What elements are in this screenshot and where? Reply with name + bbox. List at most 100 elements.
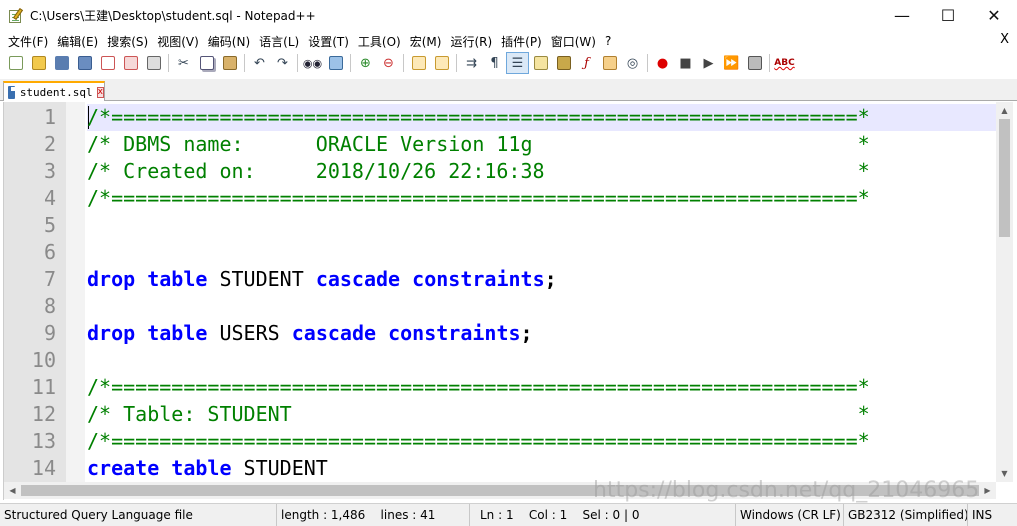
scroll-down-icon[interactable]: ▼: [996, 465, 1013, 482]
maximize-button[interactable]: ☐: [925, 0, 971, 31]
show-all-chars-button[interactable]: ¶: [483, 52, 506, 74]
code-line[interactable]: create table STUDENT: [87, 455, 328, 482]
status-mode: INS: [972, 508, 993, 522]
scroll-up-icon[interactable]: ▲: [996, 102, 1013, 119]
close-all-button[interactable]: [119, 52, 142, 74]
code-token: ;: [520, 321, 533, 345]
play-macro-button[interactable]: ▶: [697, 52, 720, 74]
status-length-lines: length : 1,486 lines : 41: [277, 504, 470, 526]
menu-file[interactable]: 文件(F): [4, 33, 52, 50]
code-line[interactable]: /* Table: STUDENT *: [87, 401, 870, 428]
stop-record-button[interactable]: ■: [674, 52, 697, 74]
zoom-out-button[interactable]: ⊖: [377, 52, 400, 74]
cut-button[interactable]: ✂: [172, 52, 195, 74]
code-line[interactable]: drop table STUDENT cascade constraints;: [87, 266, 557, 293]
line-number: 10: [31, 348, 56, 372]
open-file-button[interactable]: [27, 52, 50, 74]
toolbar-separator: [647, 54, 648, 72]
sql-keyword: drop: [87, 267, 136, 291]
fold-margin[interactable]: [66, 102, 85, 482]
sync-vertical-button[interactable]: [407, 52, 430, 74]
replace-button[interactable]: [324, 52, 347, 74]
undo-icon: ↶: [254, 55, 265, 71]
editor[interactable]: 1 2 3 4 5 6 7 8 9 10 11 12 13 14 /*==================…: [3, 102, 1015, 500]
close-document-button[interactable]: X: [1000, 32, 1009, 47]
save-all-button[interactable]: [73, 52, 96, 74]
find-button[interactable]: ◉◉: [301, 52, 324, 74]
close-all-icon: [123, 56, 138, 70]
menu-view[interactable]: 视图(V): [153, 33, 203, 50]
code-line[interactable]: /*======================================…: [87, 374, 870, 401]
print-button[interactable]: [142, 52, 165, 74]
zoom-in-button[interactable]: ⊕: [354, 52, 377, 74]
menu-window[interactable]: 窗口(W): [547, 33, 600, 50]
menu-tools[interactable]: 工具(O): [354, 33, 405, 50]
folder-as-workspace-button[interactable]: [598, 52, 621, 74]
new-file-button[interactable]: [4, 52, 27, 74]
save-all-icon: [77, 56, 92, 70]
toolbar-separator: [297, 54, 298, 72]
scroll-left-icon[interactable]: ◀: [4, 482, 21, 499]
scissors-icon: ✂: [178, 55, 189, 71]
sql-keyword: drop: [87, 321, 136, 345]
word-wrap-button[interactable]: ⇉: [460, 52, 483, 74]
code-line[interactable]: /*======================================…: [87, 104, 870, 131]
status-sel: Sel : 0 | 0: [582, 508, 640, 522]
code-token: STUDENT: [231, 456, 328, 480]
replace-icon: [328, 56, 343, 70]
copy-button[interactable]: [195, 52, 218, 74]
document-map-icon: [556, 56, 571, 70]
sql-keyword: constraints: [412, 267, 545, 291]
sql-keyword: table: [147, 267, 208, 291]
close-file-button[interactable]: [96, 52, 119, 74]
menu-plugins[interactable]: 插件(P): [497, 33, 546, 50]
undo-button[interactable]: ↶: [248, 52, 271, 74]
code-line[interactable]: /* Created on: 2018/10/26 22:16:38 *: [87, 158, 870, 185]
vertical-scrollbar[interactable]: ▲ ▼: [996, 102, 1013, 482]
status-eol[interactable]: Windows (CR LF): [736, 504, 844, 526]
printer-icon: [146, 56, 161, 70]
close-window-button[interactable]: ✕: [971, 0, 1017, 31]
menu-run[interactable]: 运行(R): [446, 33, 496, 50]
tab-student-sql[interactable]: student.sql x: [3, 81, 105, 101]
menu-language[interactable]: 语言(L): [255, 33, 303, 50]
scroll-right-icon[interactable]: ▶: [979, 482, 996, 499]
code-line[interactable]: /* DBMS name: ORACLE Version 11g *: [87, 131, 870, 158]
vertical-scroll-thumb[interactable]: [999, 119, 1010, 237]
run-macro-multiple-button[interactable]: ⏩: [720, 52, 743, 74]
menu-macro[interactable]: 宏(M): [406, 33, 446, 50]
record-macro-button[interactable]: ●: [651, 52, 674, 74]
status-col: Col : 1: [528, 508, 568, 522]
sql-keyword: table: [171, 456, 232, 480]
code-line[interactable]: /*======================================…: [87, 185, 870, 212]
monitoring-button[interactable]: ◎: [621, 52, 644, 74]
line-number: 4: [43, 186, 56, 210]
tab-close-button[interactable]: x: [96, 86, 104, 98]
menu-encoding[interactable]: 编码(N): [204, 33, 254, 50]
status-ln: Ln : 1: [480, 508, 514, 522]
code-line[interactable]: /*======================================…: [87, 428, 870, 455]
sync-horizontal-button[interactable]: [430, 52, 453, 74]
menu-edit[interactable]: 编辑(E): [53, 33, 102, 50]
user-defined-language-button[interactable]: [529, 52, 552, 74]
menu-settings[interactable]: 设置(T): [304, 33, 353, 50]
code-line[interactable]: drop table USERS cascade constraints;: [87, 320, 533, 347]
horizontal-scroll-thumb[interactable]: [21, 485, 979, 496]
copy-icon: [199, 56, 214, 70]
status-lines: lines : 41: [380, 508, 436, 522]
spell-check-button[interactable]: ABC: [773, 52, 796, 74]
paste-button[interactable]: [218, 52, 241, 74]
horizontal-scrollbar[interactable]: ◀ ▶: [4, 482, 996, 499]
document-map-button[interactable]: [552, 52, 575, 74]
menu-search[interactable]: 搜索(S): [103, 33, 152, 50]
save-macro-button[interactable]: [743, 52, 766, 74]
function-list-button[interactable]: ƒ: [575, 52, 598, 74]
indent-guide-button[interactable]: ☰: [506, 52, 529, 74]
save-button[interactable]: [50, 52, 73, 74]
status-encoding[interactable]: GB2312 (Simplified): [844, 504, 968, 526]
redo-button[interactable]: ↷: [271, 52, 294, 74]
code-area[interactable]: /*======================================…: [87, 102, 996, 482]
minimize-button[interactable]: —: [879, 0, 925, 31]
menu-help[interactable]: ?: [601, 34, 615, 48]
